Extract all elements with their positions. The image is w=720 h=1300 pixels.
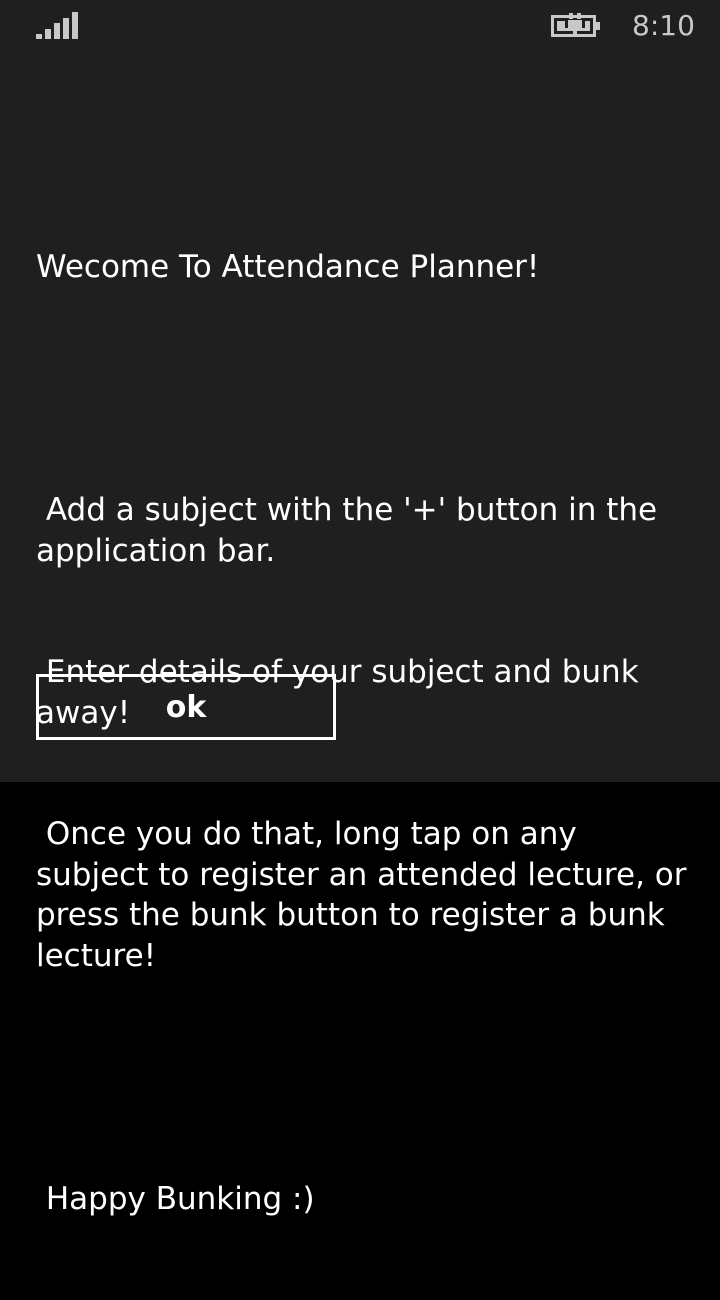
message-instruction-tap: Once you do that, long tap on any subjec… — [36, 816, 697, 974]
ok-button[interactable]: ok — [36, 674, 336, 740]
battery-charging-icon — [551, 13, 600, 37]
signal-bars-icon — [36, 12, 78, 39]
message-signoff: Happy Bunking :) — [36, 1180, 315, 1217]
clock-time: 8:10 — [632, 9, 695, 42]
message-dialog: 8:10 Wecome To Attendance Planner! Add a… — [0, 0, 720, 1217]
message-title: Wecome To Attendance Planner! — [36, 249, 540, 285]
message-instruction-add: Add a subject with the '+' button in the… — [36, 492, 667, 569]
status-bar: 8:10 — [0, 0, 720, 52]
